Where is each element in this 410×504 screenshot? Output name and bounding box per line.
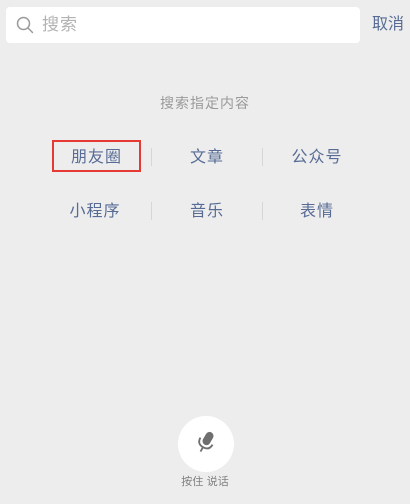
voice-button[interactable] bbox=[178, 416, 234, 472]
category-articles[interactable]: 文章 bbox=[162, 143, 252, 171]
search-input[interactable]: 搜索 bbox=[42, 7, 78, 43]
category-divider bbox=[262, 148, 263, 166]
category-moments[interactable]: 朋友圈 bbox=[52, 140, 141, 172]
search-hint: 搜索指定内容 bbox=[160, 96, 250, 112]
voice-label: 按住 说话 bbox=[181, 475, 229, 488]
category-official-accounts[interactable]: 公众号 bbox=[272, 143, 362, 171]
category-music[interactable]: 音乐 bbox=[162, 197, 252, 225]
category-divider bbox=[262, 202, 263, 220]
category-mini-programs[interactable]: 小程序 bbox=[50, 197, 140, 225]
search-icon bbox=[16, 16, 34, 34]
category-divider bbox=[151, 148, 152, 166]
cancel-button[interactable]: 取消 bbox=[372, 12, 404, 36]
search-bar[interactable]: 搜索 bbox=[6, 7, 360, 43]
microphone-icon bbox=[195, 429, 217, 459]
category-stickers[interactable]: 表情 bbox=[272, 197, 362, 225]
category-divider bbox=[151, 202, 152, 220]
